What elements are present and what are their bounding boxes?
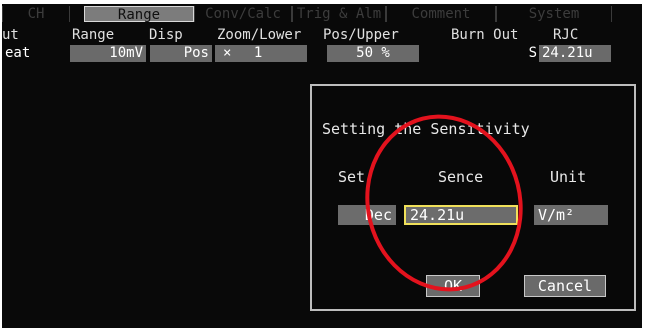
sence-value-field[interactable]: 24.21u bbox=[404, 205, 518, 225]
unit-value-field[interactable]: V/m² bbox=[534, 205, 608, 225]
screenshot: CH Range Conv/Calc Trig & Alm Comment Sy… bbox=[0, 0, 646, 331]
zoom-field[interactable]: × 1 bbox=[215, 45, 307, 62]
tab-ch[interactable]: CH bbox=[2, 6, 70, 22]
sence-label: Sence bbox=[438, 168, 484, 186]
input-mode-value[interactable]: eat bbox=[2, 45, 42, 62]
column-header-disp: Disp bbox=[149, 27, 183, 43]
instrument-display: CH Range Conv/Calc Trig & Alm Comment Sy… bbox=[2, 4, 642, 328]
zoom-value: 1 bbox=[253, 45, 263, 61]
pos-value[interactable]: 50 % bbox=[327, 45, 419, 62]
cancel-button[interactable]: Cancel bbox=[524, 275, 606, 297]
tab-trig-alm[interactable]: Trig & Alm bbox=[292, 6, 386, 22]
disp-value[interactable]: Pos bbox=[150, 45, 212, 62]
tab-bar: CH Range Conv/Calc Trig & Alm Comment Sy… bbox=[2, 4, 642, 24]
dialog-title: Setting the Sensitivity bbox=[322, 120, 530, 138]
column-header-input: ut bbox=[2, 27, 19, 43]
sensitivity-dialog: Setting the Sensitivity Set Sence Unit D… bbox=[310, 84, 636, 311]
column-header-zoom-lower: Zoom/Lower bbox=[217, 27, 302, 43]
column-header-range: Range bbox=[72, 27, 115, 43]
multiply-icon: × bbox=[223, 45, 232, 61]
tab-comment[interactable]: Comment bbox=[386, 6, 496, 22]
burnout-value[interactable]: S bbox=[452, 45, 540, 62]
tab-system[interactable]: System bbox=[496, 6, 612, 22]
column-header-pos-upper: Pos/Upper bbox=[323, 27, 399, 43]
rjc-value[interactable]: 24.21u bbox=[539, 45, 611, 62]
range-value[interactable]: 10mV bbox=[70, 45, 146, 62]
tab-range[interactable]: Range bbox=[84, 6, 194, 23]
tab-conv-calc[interactable]: Conv/Calc bbox=[194, 6, 292, 22]
unit-label: Unit bbox=[550, 168, 587, 186]
set-label: Set bbox=[338, 168, 366, 186]
set-value-field[interactable]: Dec bbox=[338, 205, 396, 225]
ok-button[interactable]: OK bbox=[426, 275, 480, 297]
column-header-rjc: RJC bbox=[553, 27, 579, 43]
column-header-burn-out: Burn Out bbox=[451, 27, 519, 43]
